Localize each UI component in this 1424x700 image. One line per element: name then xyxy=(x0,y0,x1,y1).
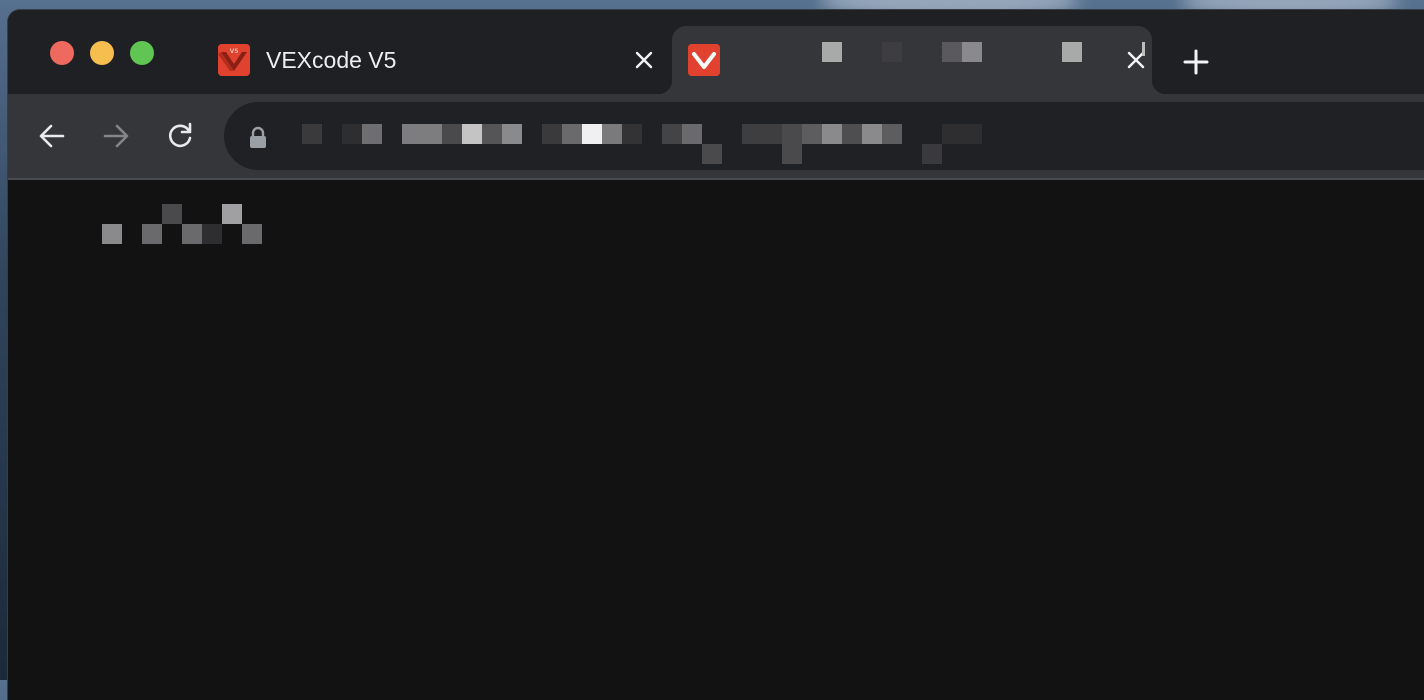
forward-icon xyxy=(103,124,129,148)
reload-icon xyxy=(169,122,192,148)
close-tab-icon[interactable] xyxy=(628,44,660,76)
minimize-window-button[interactable] xyxy=(90,41,114,65)
tab-strip: V5 VEXcode V5 xyxy=(8,10,1424,94)
tab-title: VEXcode V5 xyxy=(266,46,397,73)
lock-icon[interactable] xyxy=(248,126,268,148)
close-window-button[interactable] xyxy=(50,41,74,65)
forward-button[interactable] xyxy=(96,116,136,156)
vexcode-favicon-icon xyxy=(688,44,720,76)
address-bar[interactable] xyxy=(224,102,1424,170)
tab-active[interactable] xyxy=(658,26,1166,94)
browser-toolbar xyxy=(8,94,1424,180)
browser-window: V5 VEXcode V5 xyxy=(8,10,1424,700)
tab-vexcode[interactable]: V5 VEXcode V5 xyxy=(206,26,666,94)
back-icon xyxy=(39,124,65,148)
page-content xyxy=(8,180,1424,700)
maximize-window-button[interactable] xyxy=(130,41,154,65)
svg-text:V5: V5 xyxy=(230,48,239,55)
url-text[interactable] xyxy=(270,102,1000,166)
plus-icon xyxy=(1183,49,1209,75)
back-button[interactable] xyxy=(32,116,72,156)
close-tab-icon[interactable] xyxy=(1120,44,1152,76)
new-tab-button[interactable] xyxy=(1178,44,1214,80)
reload-button[interactable] xyxy=(160,116,200,156)
page-text xyxy=(100,202,300,246)
vexcode-favicon-icon: V5 xyxy=(218,44,250,76)
tab-title xyxy=(760,40,1145,80)
